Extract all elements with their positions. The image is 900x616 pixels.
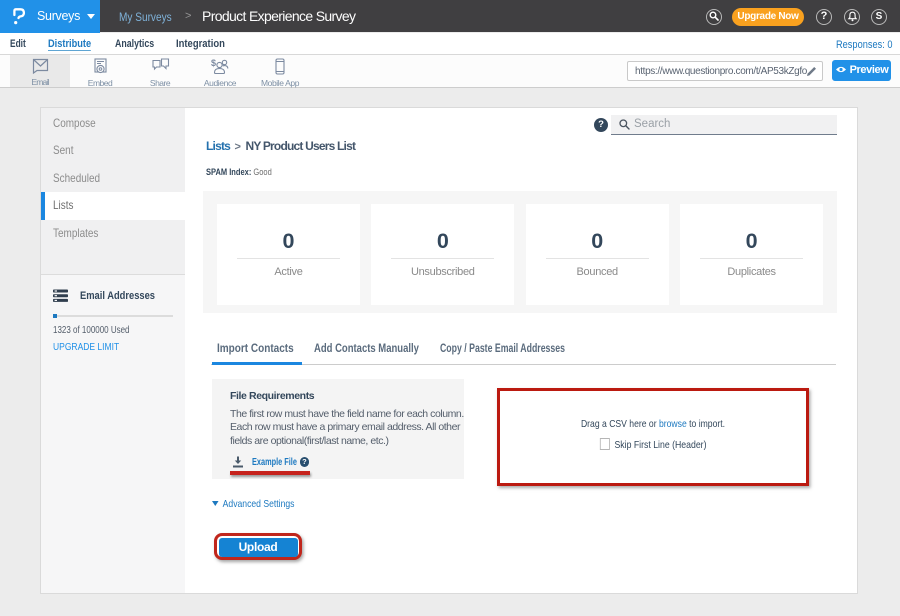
svg-text:$: $ — [211, 58, 216, 68]
